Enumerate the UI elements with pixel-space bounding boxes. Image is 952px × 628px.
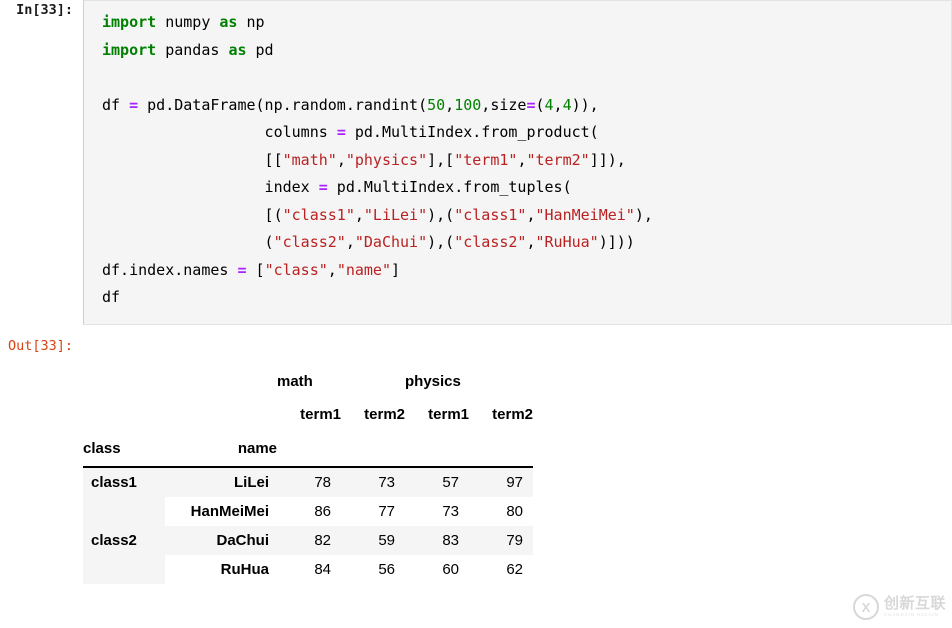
cell-value: 78 — [277, 466, 341, 497]
cell-value: 97 — [469, 466, 533, 497]
row-index-name: RuHua — [165, 554, 277, 584]
row-index-class — [83, 496, 165, 526]
output-body: math physics term1 term2 term1 term2 cla… — [83, 336, 952, 584]
table-row: RuHua 84 56 60 62 — [83, 554, 533, 584]
header-spacer-class-2 — [83, 398, 165, 432]
watermark-logo-icon: X — [852, 594, 879, 620]
output-prompt: Out[33]: — [7, 337, 73, 354]
header-spacer-name — [165, 366, 277, 398]
header-row-index-names: class name — [83, 431, 533, 468]
cell-value: 79 — [469, 525, 533, 555]
cell-value: 80 — [469, 496, 533, 526]
cell-value: 57 — [405, 466, 469, 497]
rule-cell-1 — [277, 431, 341, 468]
header-spacer-name-2 — [165, 398, 277, 432]
column-physics-term1: term1 — [428, 406, 469, 423]
cell-value: 82 — [277, 525, 341, 555]
row-index-name: HanMeiMei — [165, 496, 277, 526]
code-cell-input[interactable]: In[33]: import numpy as np import pandas… — [0, 0, 952, 325]
watermark-text-en: CUANGXIN HULIAN — [883, 612, 939, 618]
row-index-class: class1 — [83, 466, 165, 497]
row-index-class: class2 — [83, 525, 165, 555]
cell-value: 62 — [469, 554, 533, 584]
header-row-groups: math physics — [83, 366, 533, 398]
column-math-term2: term2 — [364, 406, 405, 423]
column-physics-term2: term2 — [492, 406, 533, 423]
cell-value: 56 — [341, 554, 405, 584]
rule-cell-2 — [341, 431, 405, 468]
input-prompt: In[33]: — [16, 2, 73, 18]
column-math-term1: term1 — [300, 406, 341, 423]
header-row-subcolumns: term1 term2 term1 term2 — [83, 398, 533, 432]
cell-value: 83 — [405, 525, 469, 555]
cell-value: 84 — [277, 554, 341, 584]
cell-value: 60 — [405, 554, 469, 584]
code-editor[interactable]: import numpy as np import pandas as pd d… — [83, 0, 952, 325]
index-name-name: name — [165, 431, 277, 468]
dataframe-table: math physics term1 term2 term1 term2 cla… — [83, 366, 533, 584]
rule-cell-4 — [469, 431, 533, 468]
cell-value: 86 — [277, 496, 341, 526]
cell-value: 73 — [341, 466, 405, 497]
code-cell-output: Out[33]: math physics term1 term2 term1 … — [0, 336, 952, 584]
table-row: HanMeiMei 86 77 73 80 — [83, 496, 533, 526]
cell-value: 59 — [341, 525, 405, 555]
column-group-math: math — [277, 373, 313, 390]
cell-value: 77 — [341, 496, 405, 526]
watermark-text-cn: 创新互联 — [883, 595, 946, 613]
row-index-name: LiLei — [165, 466, 277, 497]
code-source[interactable]: import numpy as np import pandas as pd d… — [102, 9, 947, 312]
row-index-name: DaChui — [165, 525, 277, 555]
watermark: X 创新互联 CUANGXIN HULIAN — [852, 594, 946, 620]
cell-value: 73 — [405, 496, 469, 526]
table-row: class1 LiLei 78 73 57 97 — [83, 466, 533, 497]
column-group-physics: physics — [405, 373, 461, 390]
rule-cell-3 — [405, 431, 469, 468]
row-index-class — [83, 554, 165, 584]
index-name-class: class — [83, 431, 165, 468]
watermark-text: 创新互联 CUANGXIN HULIAN — [884, 596, 946, 618]
table-row: class2 DaChui 82 59 83 79 — [83, 525, 533, 555]
header-spacer-class — [83, 366, 165, 398]
dataframe-head: math physics term1 term2 term1 term2 cla… — [83, 366, 533, 468]
dataframe-body: class1 LiLei 78 73 57 97 HanMeiMei 86 77… — [83, 466, 533, 584]
